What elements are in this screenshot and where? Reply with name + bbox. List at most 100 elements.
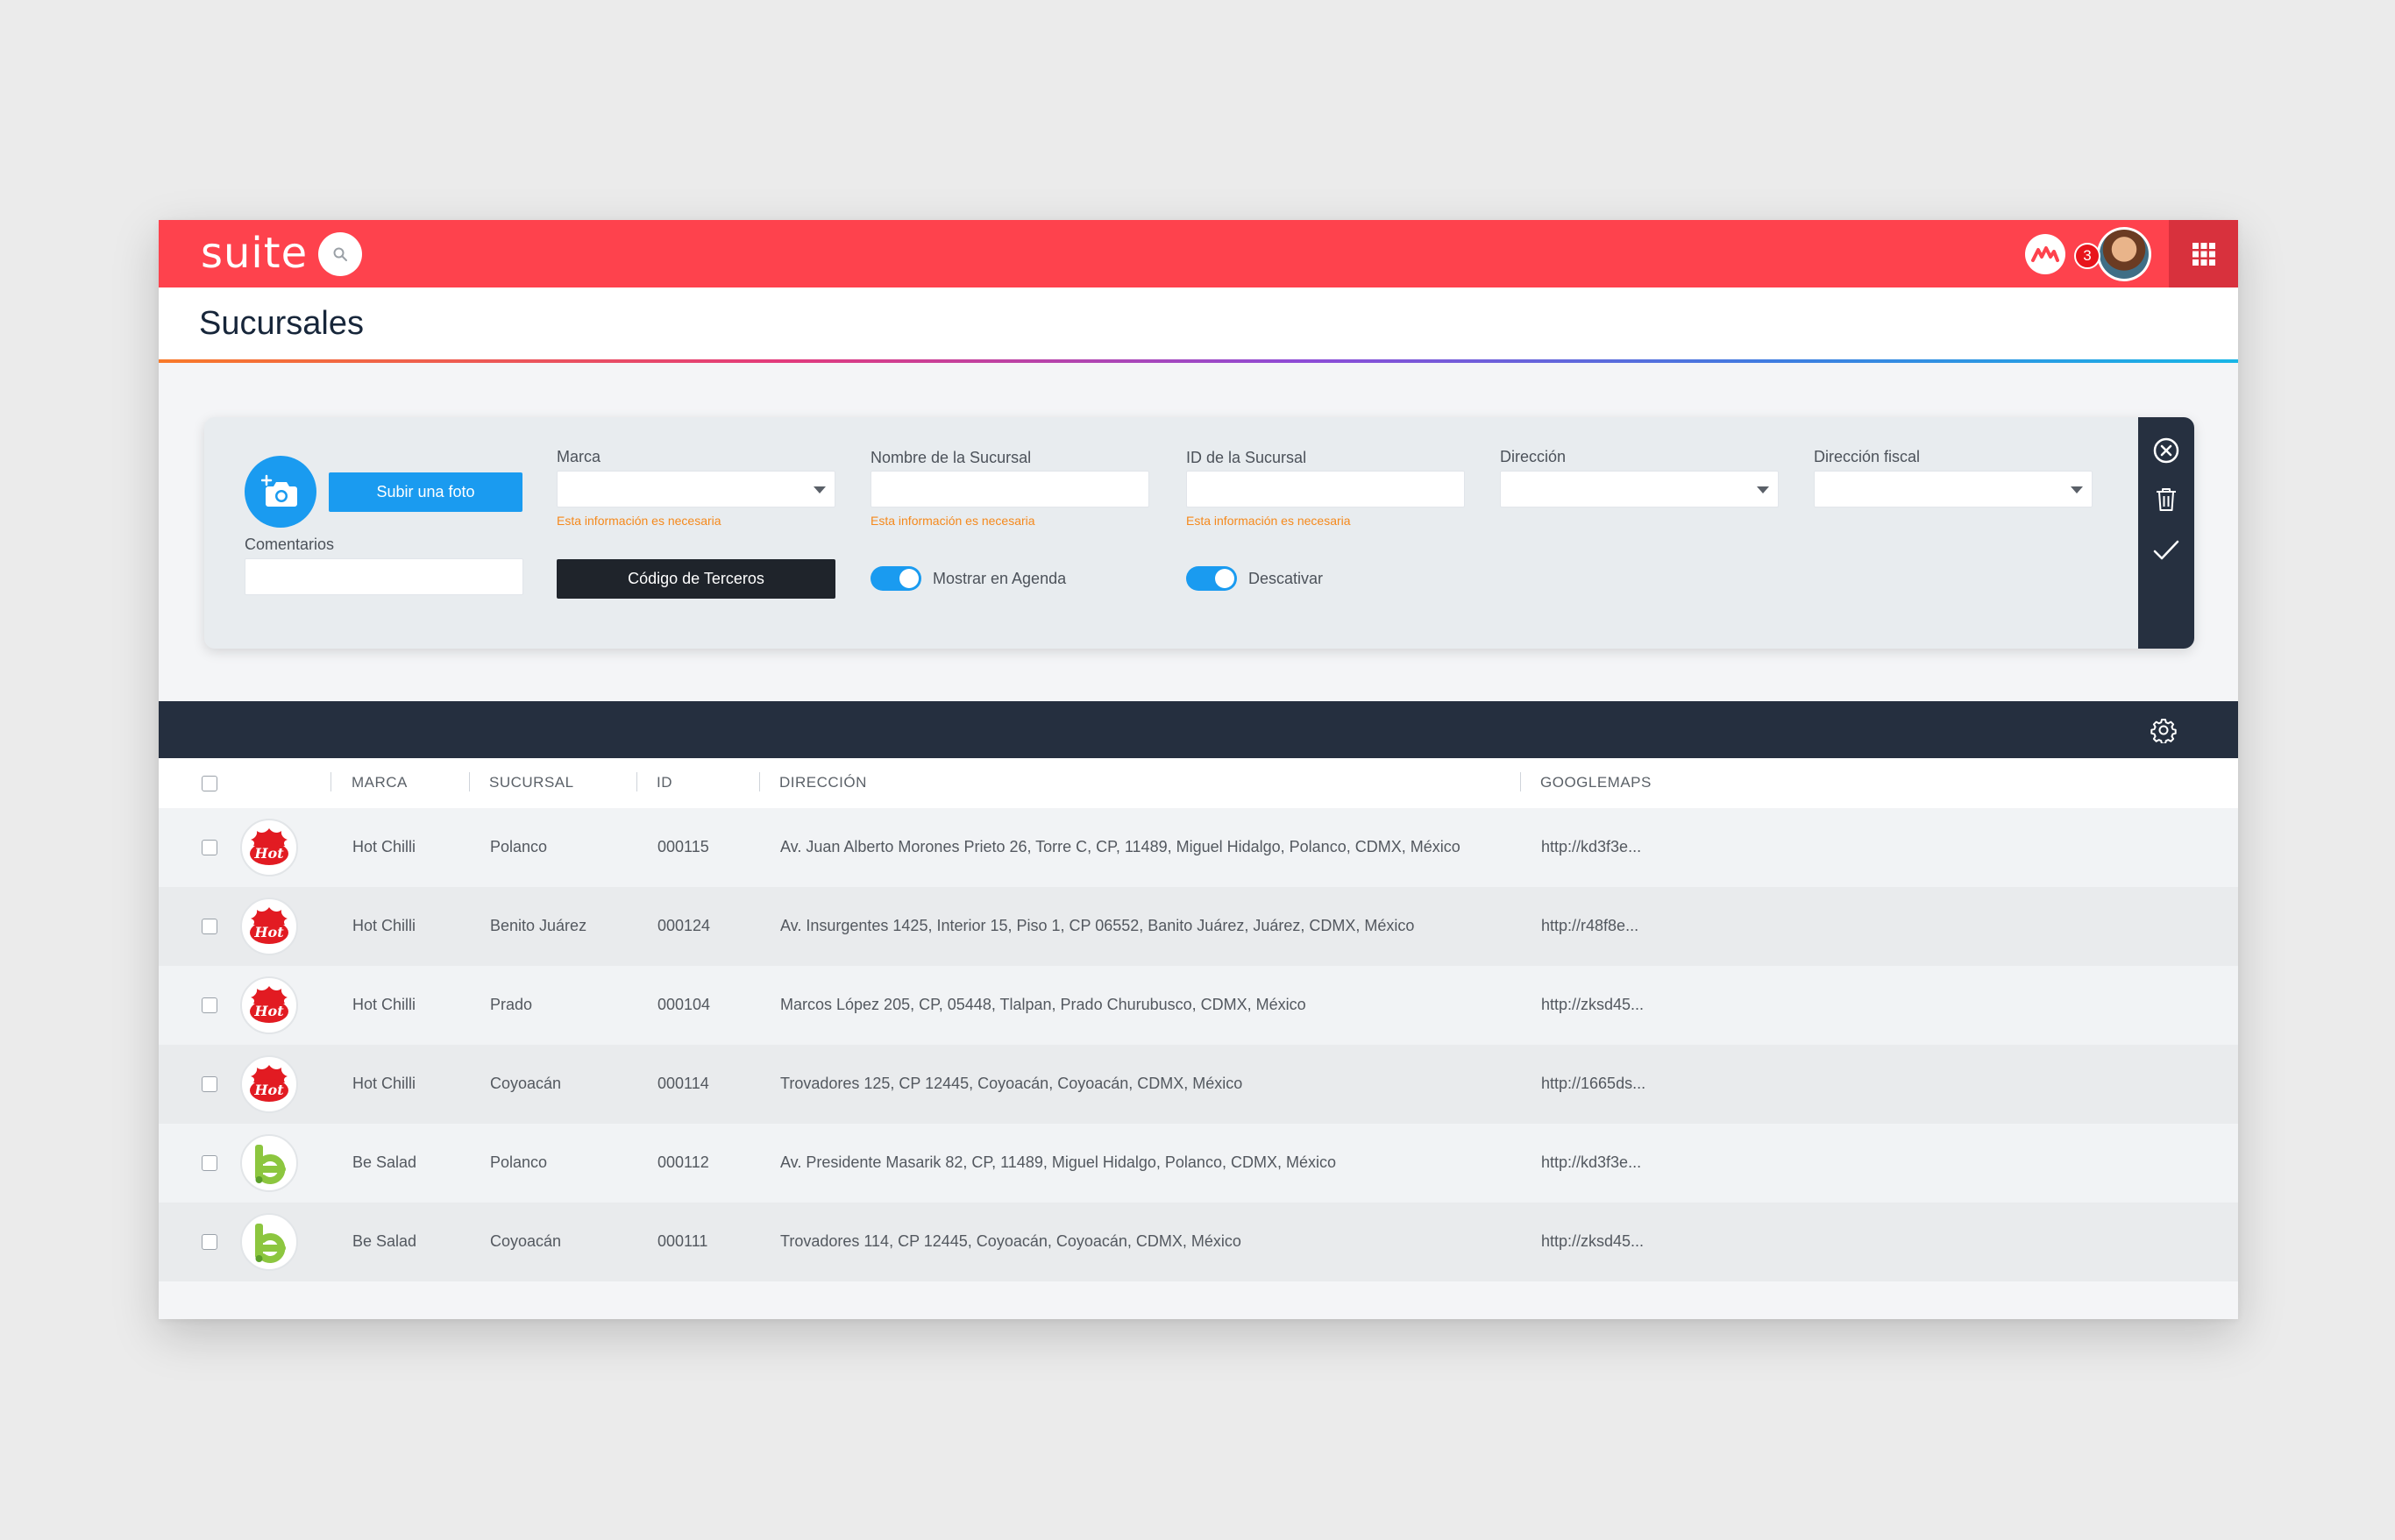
cell-sucursal: Benito Juárez [490,917,587,934]
marca-select[interactable] [557,471,835,507]
column-header-marca[interactable]: MARCA [352,774,408,791]
notification-badge[interactable]: 3 [2074,243,2100,269]
cell-marca: Hot Chilli [352,838,416,855]
deactivate-toggle-label: Descativar [1248,570,1324,587]
cell-googlemaps-link[interactable]: http://1665ds... [1541,1075,1645,1093]
page-title: Sucursales [199,305,364,342]
cell-marca: Hot Chilli [352,917,416,934]
cell-direccion: Marcos López 205, CP, 05448, Tlalpan, Pr… [780,996,1306,1013]
row-checkbox[interactable] [202,840,217,855]
brand-logo: Hot [240,898,298,955]
cell-id: 000112 [657,1153,709,1171]
direccion-label: Dirección [1500,448,1567,465]
column-header-googlemaps[interactable]: GOOGLEMAPS [1540,774,1652,791]
be-salad-logo-icon [255,1145,286,1184]
brand-logo [240,1213,298,1271]
deactivate-toggle[interactable] [1186,566,1237,591]
select-all-checkbox[interactable] [202,776,217,791]
form-actions-panel [2138,417,2194,649]
agenda-toggle[interactable] [871,566,921,591]
close-circle-icon [2153,437,2179,464]
page-header: Sucursales [159,287,2238,363]
cell-googlemaps-link[interactable]: http://r48f8e... [1541,917,1638,935]
search-icon [333,247,347,261]
svg-text:Hot: Hot [253,845,284,862]
be-salad-logo-icon [255,1224,286,1263]
cell-direccion: Av. Presidente Masarik 82, CP, 11489, Mi… [780,1153,1336,1171]
cell-googlemaps-link[interactable]: http://kd3f3e... [1541,1153,1641,1172]
table-row[interactable]: Hot Hot Chilli Polanco 000115 Av. Juan Alber… [159,808,2238,887]
comentarios-field[interactable] [245,558,523,595]
brand-logo: Hot [240,1055,298,1113]
header-divider [159,359,2238,363]
table-row[interactable]: Be Salad Coyoacán 000111 Trovadores 114, CP… [159,1203,2238,1281]
delete-button[interactable] [2150,484,2182,515]
cell-direccion: Trovadores 125, CP 12445, Coyoacán, Coyo… [780,1075,1243,1092]
row-checkbox[interactable] [202,919,217,934]
nombre-field[interactable] [871,471,1149,507]
row-checkbox[interactable] [202,997,217,1013]
id-field[interactable] [1186,471,1465,507]
column-separator [636,772,637,791]
search-button[interactable] [318,232,362,276]
row-checkbox[interactable] [202,1155,217,1171]
table-row[interactable]: Hot Hot Chilli Coyoacán 000114 Trovadores 12… [159,1045,2238,1124]
direccion-fiscal-label: Dirección fiscal [1814,448,1921,465]
column-header-id[interactable]: ID [657,774,672,791]
table-header: MARCA SUCURSAL ID DIRECCIÓN GOOGLEMAPS [159,758,2238,808]
camera-add-icon [261,474,297,507]
column-header-sucursal[interactable]: SUCURSAL [489,774,574,791]
cell-id: 000111 [657,1232,708,1250]
gear-icon [2150,719,2177,743]
comentarios-label: Comentarios [245,536,335,553]
table-row[interactable]: Hot Hot Chilli Prado 000104 Marcos López 205… [159,966,2238,1045]
cell-sucursal: Coyoacán [490,1075,562,1092]
brand-logo: Hot [240,819,298,876]
table-toolbar [159,701,2238,758]
app-window: suite 3 Sucursales Subir una foto Coment… [159,220,2238,1319]
column-separator [330,772,331,791]
avatar-image [2100,230,2149,279]
cell-googlemaps-link[interactable]: http://kd3f3e... [1541,838,1641,856]
cell-sucursal: Polanco [490,1153,548,1171]
cell-marca: Hot Chilli [352,1075,416,1092]
direccion-select[interactable] [1500,471,1779,507]
close-button[interactable] [2150,435,2182,466]
direccion-fiscal-select[interactable] [1814,471,2093,507]
table-row[interactable]: Hot Hot Chilli Benito Juárez 000124 Av. Insu… [159,887,2238,966]
apps-menu-button[interactable] [2169,220,2238,287]
hot-chilli-logo-icon: Hot [250,986,288,1023]
confirm-button[interactable] [2150,535,2182,566]
id-error: Esta información es necesaria [1186,514,1351,528]
agenda-toggle-label: Mostrar en Agenda [933,570,1067,587]
id-label: ID de la Sucursal [1186,449,1307,466]
table-settings-button[interactable] [2149,715,2178,745]
cell-sucursal: Polanco [490,838,548,855]
app-logo[interactable]: suite [201,229,308,278]
trash-icon [2157,488,2176,511]
nombre-label: Nombre de la Sucursal [871,449,1032,466]
hot-chilli-logo-icon: Hot [250,907,288,944]
cell-id: 000124 [657,917,711,934]
column-header-direccion[interactable]: DIRECCIÓN [779,774,867,791]
cell-googlemaps-link[interactable]: http://zksd45... [1541,1232,1644,1251]
brand-logo: Hot [240,976,298,1034]
brand-button[interactable] [2025,234,2065,274]
row-checkbox[interactable] [202,1234,217,1250]
user-avatar[interactable] [2097,227,2151,281]
table-row[interactable]: Be Salad Polanco 000112 Av. Presidente Masa… [159,1124,2238,1203]
marca-label: Marca [557,448,601,465]
check-icon [2153,540,2179,560]
third-party-code-button[interactable]: Código de Terceros [557,559,835,599]
cell-direccion: Trovadores 114, CP 12445, Coyoacán, Coyo… [780,1232,1241,1250]
grid-icon [2192,242,2215,266]
photo-upload-avatar[interactable] [245,456,316,528]
column-separator [469,772,470,791]
upload-photo-button[interactable]: Subir una foto [329,472,522,512]
brand-logo-icon [2031,246,2059,262]
cell-marca: Be Salad [352,1153,417,1171]
cell-googlemaps-link[interactable]: http://zksd45... [1541,996,1644,1014]
cell-marca: Hot Chilli [352,996,416,1013]
row-checkbox[interactable] [202,1076,217,1092]
hot-chilli-logo-icon: Hot [250,1065,288,1102]
